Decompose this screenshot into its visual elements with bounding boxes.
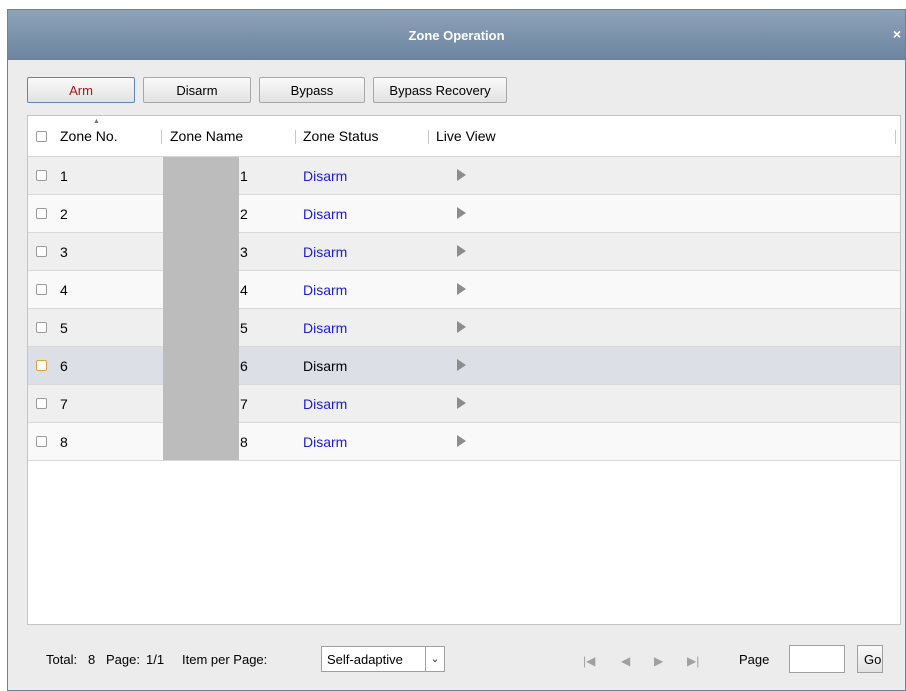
bypass-button[interactable]: Bypass xyxy=(259,77,365,103)
close-icon[interactable]: × xyxy=(893,26,901,42)
column-divider xyxy=(161,130,162,144)
total-count: 8 xyxy=(88,652,96,667)
play-icon[interactable] xyxy=(457,283,466,295)
zone-name: 6 xyxy=(240,358,248,374)
zone-name: 1 xyxy=(240,168,248,184)
column-live-view[interactable]: Live View xyxy=(436,128,496,144)
zone-status-link[interactable]: Disarm xyxy=(303,396,347,412)
sort-ascending-icon: ▲ xyxy=(93,118,100,125)
table-row[interactable]: 3 3 Disarm xyxy=(28,233,900,271)
zone-number: 1 xyxy=(60,168,68,184)
play-icon[interactable] xyxy=(457,207,466,219)
items-per-page-value: Self-adaptive xyxy=(327,652,403,667)
row-checkbox[interactable] xyxy=(36,322,47,333)
row-checkbox[interactable] xyxy=(36,284,47,295)
column-zone-no[interactable]: Zone No. xyxy=(60,128,118,144)
last-page-icon[interactable]: ▶| xyxy=(687,654,699,668)
goto-page-label: Page xyxy=(739,652,770,667)
bypass-recovery-button[interactable]: Bypass Recovery xyxy=(373,77,507,103)
column-divider xyxy=(428,130,429,144)
page-number-input[interactable] xyxy=(789,645,845,673)
table-header: ▲ Zone No. Zone Name Zone Status Live Vi… xyxy=(28,116,900,157)
row-checkbox[interactable] xyxy=(36,360,47,371)
play-icon[interactable] xyxy=(457,321,466,333)
row-checkbox[interactable] xyxy=(36,170,47,181)
row-checkbox[interactable] xyxy=(36,208,47,219)
page-label: Page: xyxy=(106,652,140,667)
table-row[interactable]: 4 4 Disarm xyxy=(28,271,900,309)
first-page-icon[interactable]: |◀ xyxy=(583,654,595,668)
zone-status-link[interactable]: Disarm xyxy=(303,244,347,260)
next-page-icon[interactable]: ▶ xyxy=(654,654,663,668)
zone-number: 5 xyxy=(60,320,68,336)
column-divider xyxy=(895,130,896,144)
previous-page-icon[interactable]: ◀ xyxy=(621,654,630,668)
zone-number: 7 xyxy=(60,396,68,412)
chevron-down-icon[interactable]: ⌄ xyxy=(425,647,444,671)
column-zone-status[interactable]: Zone Status xyxy=(303,128,379,144)
zone-name: 7 xyxy=(240,396,248,412)
page-indicator: 1/1 xyxy=(146,652,165,667)
zone-operation-dialog: Zone Operation × Arm Disarm Bypass Bypas… xyxy=(7,9,906,691)
items-per-page-select[interactable]: Self-adaptive ⌄ xyxy=(321,646,445,672)
table-row[interactable]: 8 8 Disarm xyxy=(28,423,900,461)
row-checkbox[interactable] xyxy=(36,436,47,447)
dialog-title: Zone Operation xyxy=(408,28,505,43)
title-bar: Zone Operation × xyxy=(8,10,905,60)
table-row[interactable]: 7 7 Disarm xyxy=(28,385,900,423)
column-divider xyxy=(295,130,296,144)
zone-number: 8 xyxy=(60,434,68,450)
zone-number: 4 xyxy=(60,282,68,298)
table-row[interactable]: 1 1 Disarm xyxy=(28,157,900,195)
select-all-checkbox[interactable] xyxy=(36,131,47,142)
zone-name: 4 xyxy=(240,282,248,298)
zone-status-link[interactable]: Disarm xyxy=(303,206,347,222)
zone-name: 3 xyxy=(240,244,248,260)
row-checkbox[interactable] xyxy=(36,398,47,409)
zone-number: 6 xyxy=(60,358,68,374)
pagination-bar: Total: 8 Page: 1/1 Item per Page: Self-a… xyxy=(8,625,905,690)
play-icon[interactable] xyxy=(457,359,466,371)
zone-name: 2 xyxy=(240,206,248,222)
zone-number: 2 xyxy=(60,206,68,222)
items-per-page-label: Item per Page: xyxy=(182,652,268,667)
zone-number: 3 xyxy=(60,244,68,260)
play-icon[interactable] xyxy=(457,245,466,257)
table-row[interactable]: 2 2 Disarm xyxy=(28,195,900,233)
arm-button[interactable]: Arm xyxy=(27,77,135,103)
table-row-selected[interactable]: 6 6 Disarm xyxy=(28,347,900,385)
total-label: Total: xyxy=(46,652,78,667)
zone-name: 5 xyxy=(240,320,248,336)
go-button[interactable]: Go xyxy=(857,645,883,673)
zone-status-link[interactable]: Disarm xyxy=(303,320,347,336)
column-zone-name[interactable]: Zone Name xyxy=(170,128,243,144)
zone-status-link[interactable]: Disarm xyxy=(303,434,347,450)
zone-status-link[interactable]: Disarm xyxy=(303,282,347,298)
play-icon[interactable] xyxy=(457,169,466,181)
disarm-button[interactable]: Disarm xyxy=(143,77,251,103)
zone-table: ▲ Zone No. Zone Name Zone Status Live Vi… xyxy=(27,115,901,625)
row-checkbox[interactable] xyxy=(36,246,47,257)
play-icon[interactable] xyxy=(457,397,466,409)
zone-name: 8 xyxy=(240,434,248,450)
zone-status-link[interactable]: Disarm xyxy=(303,168,347,184)
zone-status-link[interactable]: Disarm xyxy=(303,358,347,374)
table-row[interactable]: 5 5 Disarm xyxy=(28,309,900,347)
play-icon[interactable] xyxy=(457,435,466,447)
redaction-block xyxy=(163,157,239,460)
